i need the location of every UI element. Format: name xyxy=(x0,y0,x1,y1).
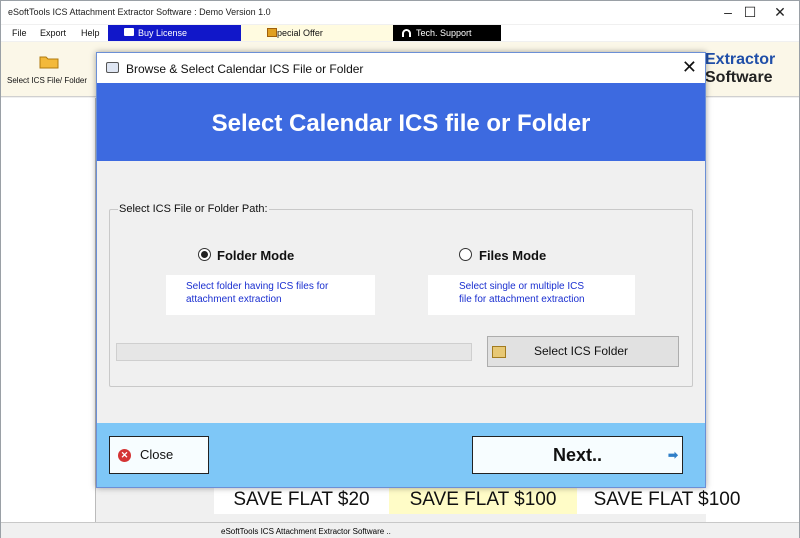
path-field[interactable] xyxy=(116,343,472,361)
dialog-title: Browse & Select Calendar ICS File or Fol… xyxy=(126,62,364,76)
brand-line1: Extractor xyxy=(705,51,776,68)
close-button-label: Close xyxy=(140,447,174,462)
folder-icon xyxy=(492,346,506,358)
special-offer-button[interactable]: Special Offer xyxy=(241,25,393,41)
folder-mode-description: Select folder having ICS files for attac… xyxy=(166,275,375,315)
buy-license-label: Buy License xyxy=(138,28,188,38)
brand-logo: Extractor Software xyxy=(705,51,775,87)
dialog-app-icon xyxy=(106,62,119,73)
title-bar: eSoftTools ICS Attachment Extractor Soft… xyxy=(1,1,799,24)
left-pane xyxy=(1,98,96,522)
menu-file[interactable]: File xyxy=(12,28,27,38)
files-mode-radio[interactable] xyxy=(459,248,472,261)
files-desc-line2: file for attachment extraction xyxy=(459,294,585,305)
menu-export[interactable]: Export xyxy=(40,28,66,38)
files-mode-description: Select single or multiple ICS file for a… xyxy=(428,275,635,315)
dialog-footer: ✕ Close Next.. ➡ xyxy=(97,423,705,487)
buy-license-button[interactable]: Buy License xyxy=(108,25,241,41)
folder-desc-line2: attachment extraction xyxy=(186,294,282,305)
folder-mode-label[interactable]: Folder Mode xyxy=(217,248,294,263)
close-button[interactable]: ✕ Close xyxy=(109,436,209,474)
window-close-button[interactable]: ✕ xyxy=(760,1,800,24)
right-pane xyxy=(706,98,799,522)
next-button[interactable]: Next.. ➡ xyxy=(472,436,683,474)
close-icon: ✕ xyxy=(118,449,131,462)
folder-icon xyxy=(39,56,59,69)
menu-help[interactable]: Help xyxy=(81,28,100,38)
next-button-label: Next.. xyxy=(552,445,603,465)
special-offer-label: Special Offer xyxy=(271,28,323,38)
select-ics-button[interactable]: Select ICS File/ Folder xyxy=(1,42,96,97)
files-mode-label[interactable]: Files Mode xyxy=(479,248,546,263)
ad-offer-3[interactable]: SAVE FLAT $100 xyxy=(577,486,757,514)
app-window: eSoftTools ICS Attachment Extractor Soft… xyxy=(0,0,800,538)
select-ics-folder-button[interactable]: Select ICS Folder xyxy=(487,336,679,367)
status-text: eSoftTools ICS Attachment Extractor Soft… xyxy=(221,527,391,536)
tech-support-label: Tech. Support xyxy=(416,28,472,38)
gift-icon xyxy=(267,28,277,37)
browse-dialog: Browse & Select Calendar ICS File or Fol… xyxy=(96,52,706,488)
select-ics-label: Select ICS File/ Folder xyxy=(7,76,88,85)
select-ics-folder-label: Select ICS Folder xyxy=(534,344,629,358)
menu-bar: File Export Help Buy License Special Off… xyxy=(1,25,799,41)
dialog-banner: Select Calendar ICS file or Folder xyxy=(97,83,705,161)
folder-desc-line1: Select folder having ICS files for xyxy=(186,281,329,292)
arrow-right-icon: ➡ xyxy=(667,448,678,462)
window-title: eSoftTools ICS Attachment Extractor Soft… xyxy=(8,7,271,17)
tech-support-button[interactable]: Tech. Support xyxy=(393,25,501,41)
ad-offer-2[interactable]: SAVE FLAT $100 xyxy=(389,486,577,514)
cart-icon xyxy=(124,28,134,36)
files-desc-line1: Select single or multiple ICS xyxy=(459,281,585,292)
headset-icon xyxy=(402,29,411,37)
status-bar: eSoftTools ICS Attachment Extractor Soft… xyxy=(1,522,799,538)
brand-line2: Software xyxy=(705,69,773,86)
ad-offer-1[interactable]: SAVE FLAT $20 xyxy=(214,486,389,514)
dialog-close-icon[interactable]: ✕ xyxy=(682,57,697,77)
dialog-title-bar: Browse & Select Calendar ICS File or Fol… xyxy=(97,53,705,83)
group-label: Select ICS File or Folder Path: xyxy=(118,203,269,215)
folder-mode-radio[interactable] xyxy=(198,248,211,261)
